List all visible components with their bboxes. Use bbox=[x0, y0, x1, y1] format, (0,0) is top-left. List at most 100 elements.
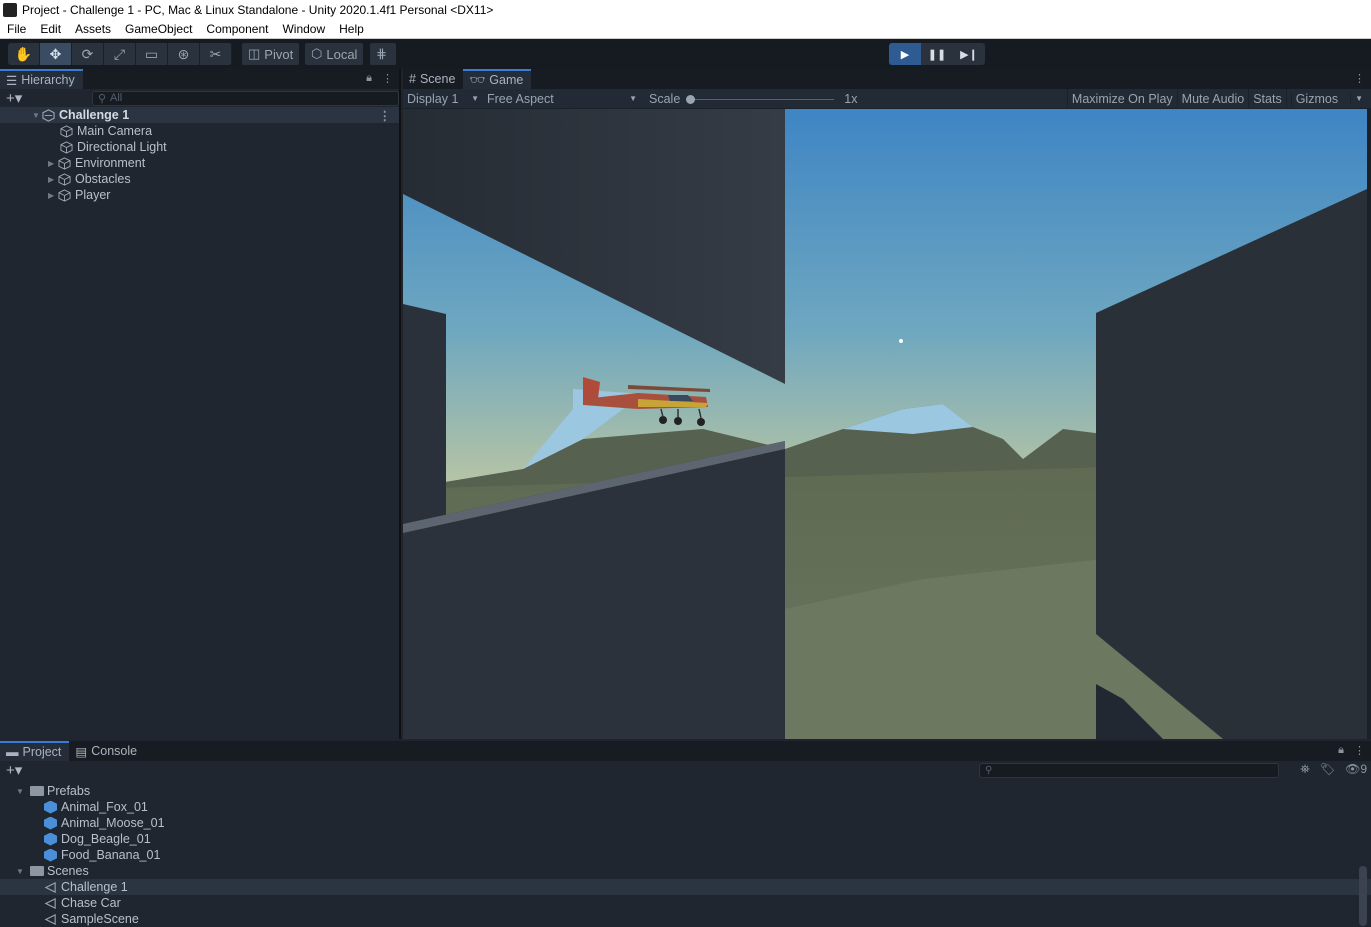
tab-project[interactable]: ▬ Project bbox=[0, 741, 70, 761]
scene-kebab-icon[interactable]: ⋮ bbox=[379, 108, 392, 123]
scrollbar-thumb[interactable] bbox=[1359, 866, 1367, 926]
hierarchy-item[interactable]: ▶ Obstacles bbox=[0, 171, 399, 187]
asset-name: Challenge 1 bbox=[61, 880, 128, 894]
mute-audio-button[interactable]: Mute Audio bbox=[1176, 89, 1249, 108]
transform-tool-icon[interactable]: ⊛ bbox=[168, 43, 200, 65]
hierarchy-toolbar: +▾ ⚲ All bbox=[0, 89, 399, 107]
play-button[interactable]: ▶ bbox=[889, 43, 921, 65]
local-toggle-button[interactable]: ⬡ Local bbox=[305, 43, 364, 65]
asset-row[interactable]: SampleScene bbox=[0, 911, 1371, 927]
aspect-dropdown[interactable]: Free Aspect ▼ bbox=[483, 89, 641, 108]
project-scrollbar[interactable] bbox=[1359, 786, 1367, 926]
project-search-input[interactable]: ⚲ bbox=[979, 763, 1279, 778]
asset-row[interactable]: Animal_Moose_01 bbox=[0, 815, 1371, 831]
asset-row[interactable]: Dog_Beagle_01 bbox=[0, 831, 1371, 847]
hidden-packages-icon[interactable]: 👁︎9 bbox=[1345, 762, 1367, 777]
display-label: Display 1 bbox=[407, 91, 459, 106]
rotate-tool-icon[interactable]: ⟳ bbox=[72, 43, 104, 65]
pivot-icon: ◫ bbox=[248, 46, 261, 61]
pause-button[interactable]: ❚❚ bbox=[921, 43, 953, 65]
game-tabbar: # Scene 👓︎ Game ⋮ bbox=[403, 69, 1371, 89]
collapse-arrow-icon[interactable]: ▼ bbox=[32, 111, 42, 120]
folder-row-prefabs[interactable]: ▼ Prefabs bbox=[0, 783, 1371, 799]
filter-by-type-icon[interactable]: ⛯ bbox=[1300, 762, 1310, 777]
create-dropdown-button[interactable]: +▾ bbox=[6, 89, 28, 107]
tab-scene[interactable]: # Scene bbox=[403, 69, 463, 89]
menu-edit[interactable]: Edit bbox=[33, 22, 68, 36]
asset-name: Animal_Fox_01 bbox=[61, 800, 148, 814]
gameobject-cube-icon bbox=[60, 124, 73, 138]
hand-tool-icon[interactable]: ✋ bbox=[8, 43, 40, 65]
move-tool-icon[interactable]: ✥ bbox=[40, 43, 72, 65]
gizmos-button[interactable]: Gizmos ▼ bbox=[1285, 89, 1371, 108]
menu-gameobject[interactable]: GameObject bbox=[118, 22, 199, 36]
kebab-menu-icon[interactable]: ⋮ bbox=[382, 72, 393, 85]
asset-row-selected[interactable]: Challenge 1 bbox=[0, 879, 1371, 895]
scene-root-row[interactable]: ▼ Challenge 1 ⋮ bbox=[0, 107, 399, 123]
menu-help[interactable]: Help bbox=[332, 22, 371, 36]
scale-tool-icon[interactable]: ⤢ bbox=[104, 43, 136, 65]
slider-thumb[interactable] bbox=[686, 94, 696, 104]
menu-component[interactable]: Component bbox=[199, 22, 275, 36]
dropdown-arrow-icon: ▼ bbox=[1350, 94, 1367, 103]
hierarchy-item[interactable]: Main Camera bbox=[0, 123, 399, 139]
collapse-arrow-icon[interactable]: ▼ bbox=[16, 787, 30, 796]
project-tabbar: ▬ Project ▤ Console 🔒︎ ⋮ bbox=[0, 741, 1371, 761]
kebab-menu-icon[interactable]: ⋮ bbox=[1354, 744, 1365, 757]
kebab-menu-icon[interactable]: ⋮ bbox=[1354, 72, 1365, 85]
transform-tools: ✋ ✥ ⟳ ⤢ ▭ ⊛ ✂ bbox=[8, 43, 232, 65]
maximize-on-play-button[interactable]: Maximize On Play bbox=[1066, 89, 1177, 108]
stats-button[interactable]: Stats bbox=[1248, 89, 1286, 108]
asset-row[interactable]: Animal_Fox_01 bbox=[0, 799, 1371, 815]
step-button[interactable]: ▶❙ bbox=[953, 43, 985, 65]
prefab-icon bbox=[44, 800, 57, 814]
hierarchy-item[interactable]: ▶ Player bbox=[0, 187, 399, 203]
crosshair-dot bbox=[899, 339, 903, 343]
collapse-arrow-icon[interactable]: ▼ bbox=[16, 867, 30, 876]
asset-name: Chase Car bbox=[61, 896, 121, 910]
expand-arrow-icon[interactable]: ▶ bbox=[48, 191, 58, 200]
asset-name: SampleScene bbox=[61, 912, 139, 926]
hierarchy-item[interactable]: Directional Light bbox=[0, 139, 399, 155]
pivot-label: Pivot bbox=[264, 46, 294, 62]
asset-row[interactable]: Chase Car bbox=[0, 895, 1371, 911]
asset-row[interactable]: Food_Banana_01 bbox=[0, 847, 1371, 863]
expand-arrow-icon[interactable]: ▶ bbox=[48, 159, 58, 168]
hierarchy-item[interactable]: ▶ Environment bbox=[0, 155, 399, 171]
tab-hierarchy[interactable]: ☰ Hierarchy bbox=[0, 69, 83, 89]
project-panel: ▬ Project ▤ Console 🔒︎ ⋮ +▾ ⚲ ⛯ 🏷︎ 👁︎9 ▼… bbox=[0, 741, 1371, 927]
menu-file[interactable]: File bbox=[0, 22, 33, 36]
asset-name: Dog_Beagle_01 bbox=[61, 832, 151, 846]
lock-icon[interactable]: 🔒︎ bbox=[1338, 744, 1344, 757]
game-viewport[interactable] bbox=[403, 109, 1367, 739]
create-asset-dropdown-button[interactable]: +▾ bbox=[6, 761, 28, 779]
hierarchy-tabbar: ☰ Hierarchy 🔒︎ ⋮ bbox=[0, 69, 399, 89]
scale-control: Scale 1x bbox=[641, 89, 861, 108]
menu-assets[interactable]: Assets bbox=[68, 22, 118, 36]
item-label: Directional Light bbox=[77, 140, 167, 154]
grid-snap-icon[interactable]: ⋕ bbox=[370, 43, 396, 65]
console-tab-label: Console bbox=[91, 744, 138, 758]
folder-name: Prefabs bbox=[47, 784, 91, 798]
custom-tool-icon[interactable]: ✂ bbox=[200, 43, 232, 65]
folder-row-scenes[interactable]: ▼ Scenes bbox=[0, 863, 1371, 879]
aspect-label: Free Aspect bbox=[487, 91, 554, 106]
hierarchy-search-input[interactable]: ⚲ All bbox=[91, 90, 399, 106]
scale-slider[interactable] bbox=[686, 94, 835, 104]
menu-window[interactable]: Window bbox=[275, 22, 332, 36]
scene-asset-icon bbox=[44, 897, 56, 909]
tab-console[interactable]: ▤ Console bbox=[69, 741, 145, 761]
display-dropdown[interactable]: Display 1 ▼ bbox=[403, 89, 483, 108]
game-tab-label: Game bbox=[489, 73, 524, 87]
unity-logo-icon bbox=[3, 2, 17, 17]
expand-arrow-icon[interactable]: ▶ bbox=[48, 175, 58, 184]
filter-by-label-icon[interactable]: 🏷︎ bbox=[1320, 762, 1335, 777]
game-panel: # Scene 👓︎ Game ⋮ Display 1 ▼ Free Aspec… bbox=[403, 69, 1371, 739]
play-controls: ▶ ❚❚ ▶❙ bbox=[889, 43, 985, 65]
rect-tool-icon[interactable]: ▭ bbox=[136, 43, 168, 65]
tab-game[interactable]: 👓︎ Game bbox=[463, 69, 532, 89]
item-label: Player bbox=[75, 188, 111, 202]
gamepad-icon: 👓︎ bbox=[469, 72, 486, 87]
pivot-toggle-button[interactable]: ◫ Pivot bbox=[242, 43, 300, 65]
lock-icon[interactable]: 🔒︎ bbox=[366, 72, 372, 85]
